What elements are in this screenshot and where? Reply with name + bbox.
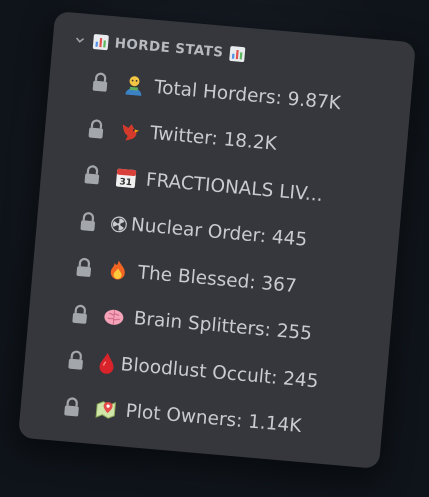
channel-name: Bloodlust Occult: 245 xyxy=(119,353,320,393)
channel-list-panel: HORDE STATS Total Horders: 9.87K Twitter… xyxy=(18,11,416,469)
fire-icon xyxy=(106,259,130,283)
lock-icon xyxy=(62,396,82,417)
calendar-icon: 31 xyxy=(114,166,138,190)
channel-name: Twitter: 18.2K xyxy=(149,123,278,156)
screenshot-stage: HORDE STATS Total Horders: 9.87K Twitter… xyxy=(0,0,429,497)
channel-name: The Blessed: 367 xyxy=(136,262,298,297)
channel-name: Total Horders: 9.87K xyxy=(153,76,342,114)
blood-drop-icon xyxy=(98,351,116,375)
brain-icon xyxy=(102,305,126,329)
radioactive-icon xyxy=(110,212,128,235)
category-title: HORDE STATS xyxy=(114,35,224,61)
svg-text:31: 31 xyxy=(119,178,132,189)
channel-name: FRACTIONALS LIV... xyxy=(145,169,324,206)
cardinal-bird-icon xyxy=(118,120,142,144)
lock-icon xyxy=(86,118,106,139)
lock-icon xyxy=(90,72,110,93)
person-icon xyxy=(122,74,146,98)
channel-name: Brain Splitters: 255 xyxy=(132,308,313,345)
lock-icon xyxy=(74,257,94,278)
bar-chart-icon xyxy=(229,45,246,63)
lock-icon xyxy=(78,211,98,232)
bar-chart-icon xyxy=(92,33,109,51)
lock-icon xyxy=(82,164,102,185)
lock-icon xyxy=(66,350,86,371)
channel-name: Nuclear Order: 445 xyxy=(130,214,308,252)
map-pin-icon xyxy=(94,398,118,422)
channel-name: Plot Owners: 1.14K xyxy=(124,400,303,438)
lock-icon xyxy=(70,303,90,324)
chevron-down-icon xyxy=(72,33,87,48)
